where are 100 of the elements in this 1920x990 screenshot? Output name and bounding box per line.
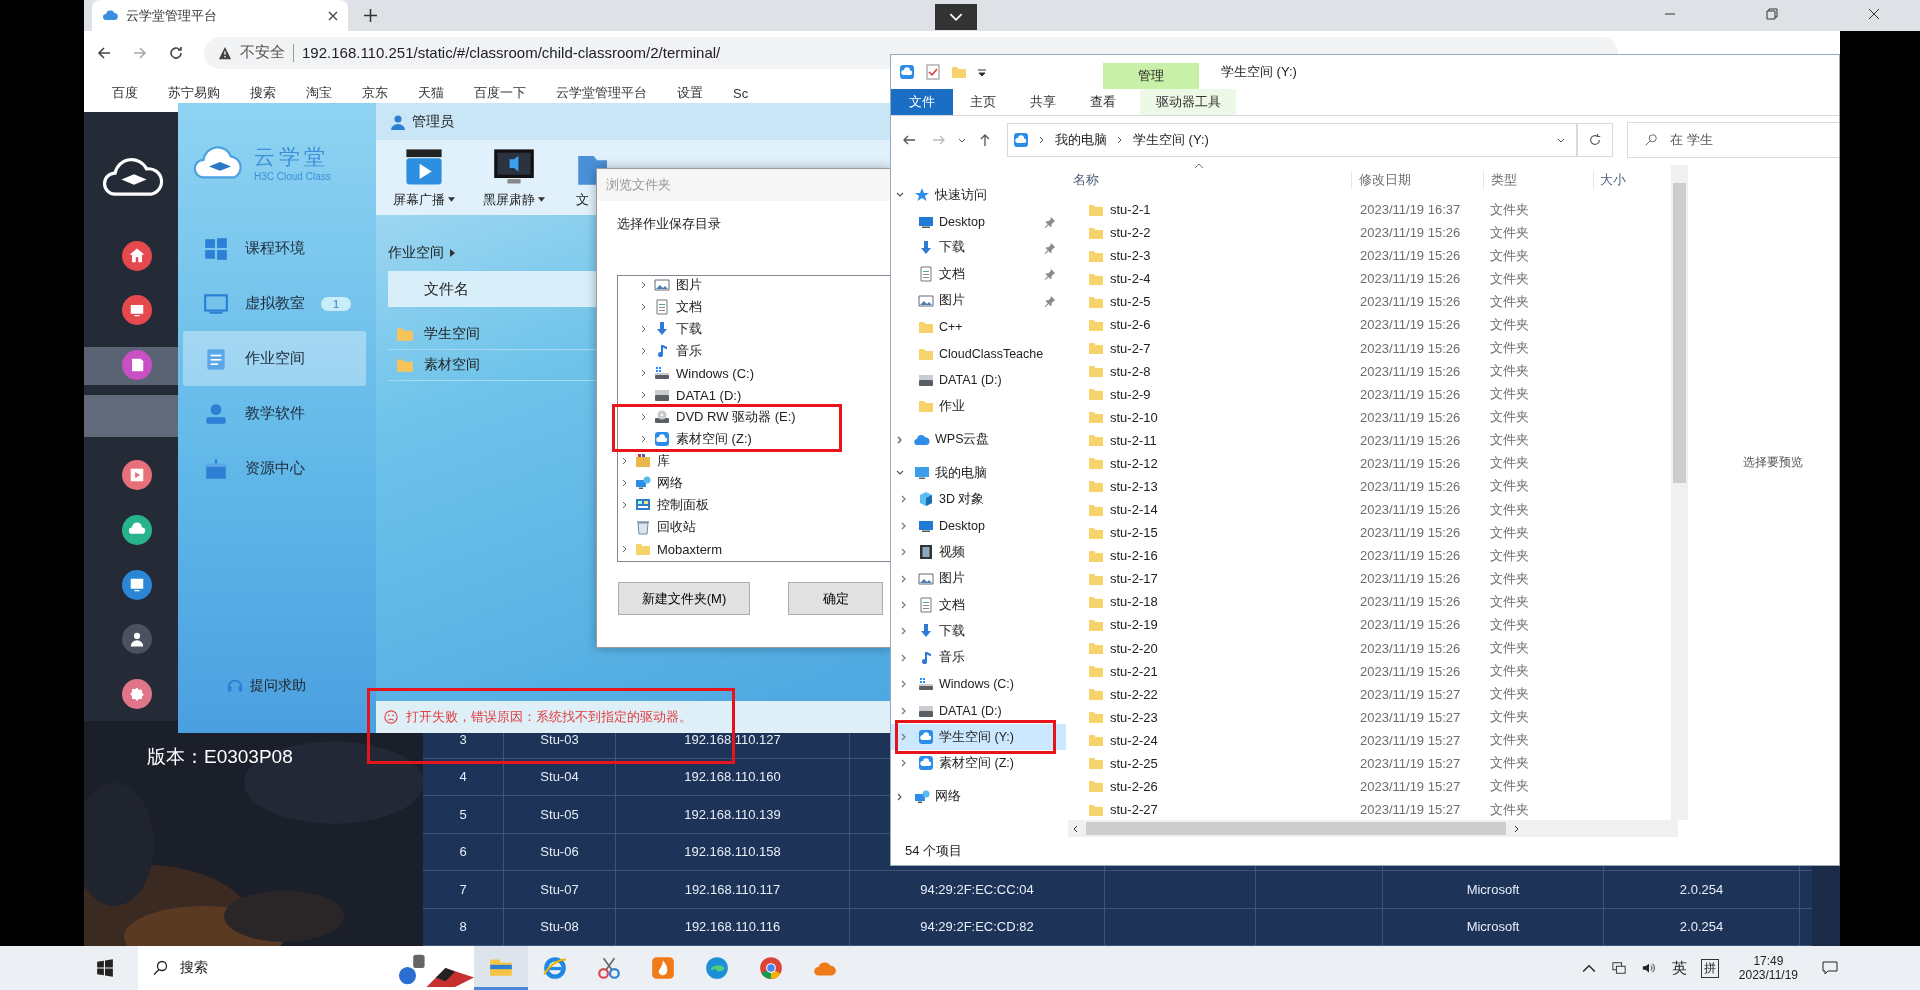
sidebar-item[interactable]: 教学软件 bbox=[183, 386, 366, 441]
file-row[interactable]: stu-2-2 2023/11/19 15:26 文件夹 bbox=[1066, 221, 1671, 245]
column-header[interactable]: 大小 bbox=[1594, 171, 1626, 189]
toolbar-button[interactable]: 屏幕广播 bbox=[388, 146, 460, 209]
nav-item[interactable]: 作业 bbox=[891, 393, 1066, 420]
sidebar-item[interactable]: 作业空间 bbox=[183, 331, 366, 386]
scroll-right-icon[interactable] bbox=[1512, 824, 1520, 833]
nav-item[interactable]: 3D 对象 bbox=[891, 486, 1066, 513]
nav-item[interactable]: 文档 bbox=[891, 261, 1066, 288]
path-segment[interactable]: 学生空间 (Y:) bbox=[1133, 131, 1209, 149]
tree-item[interactable]: 文档 bbox=[618, 298, 706, 316]
network-icon[interactable] bbox=[1611, 961, 1626, 975]
file-row[interactable]: stu-2-4 2023/11/19 15:26 文件夹 bbox=[1066, 267, 1671, 291]
tab-search-button[interactable] bbox=[935, 4, 977, 30]
notification-icon[interactable] bbox=[1822, 960, 1838, 976]
scrollbar[interactable] bbox=[1068, 820, 1678, 837]
bookmark[interactable]: 搜索 bbox=[250, 84, 276, 102]
tree-item[interactable]: Windows (C:) bbox=[618, 364, 758, 382]
scroll-left-icon[interactable] bbox=[1072, 824, 1080, 833]
file-row[interactable]: stu-2-20 2023/11/19 15:26 文件夹 bbox=[1066, 636, 1671, 660]
restore-icon[interactable] bbox=[1766, 8, 1778, 20]
nav-item[interactable]: 下载 bbox=[891, 234, 1066, 262]
file-row[interactable]: stu-2-9 2023/11/19 15:26 文件夹 bbox=[1066, 382, 1671, 406]
file-row[interactable]: stu-2-11 2023/11/19 15:26 文件夹 bbox=[1066, 428, 1671, 452]
new-tab-icon[interactable] bbox=[364, 9, 377, 22]
speaker-icon[interactable] bbox=[1641, 961, 1656, 975]
search-field[interactable]: 在 学生 bbox=[1627, 122, 1839, 158]
nav-item[interactable]: 音乐 bbox=[891, 644, 1066, 672]
nav-item[interactable]: 我的电脑 bbox=[891, 459, 1066, 487]
nav-item[interactable]: 图片 bbox=[891, 287, 1066, 314]
file-row[interactable]: stu-2-1 2023/11/19 16:37 文件夹 bbox=[1066, 198, 1671, 222]
file-row[interactable]: stu-2-19 2023/11/19 15:26 文件夹 bbox=[1066, 613, 1671, 637]
file-row[interactable]: stu-2-10 2023/11/19 15:26 文件夹 bbox=[1066, 405, 1671, 429]
nav-item[interactable]: 学生空间 (Y:) bbox=[891, 723, 1066, 751]
file-row[interactable]: stu-2-12 2023/11/19 15:26 文件夹 bbox=[1066, 451, 1671, 475]
bookmark[interactable]: 淘宝 bbox=[306, 84, 332, 102]
ribbon-tab[interactable]: 驱动器工具 bbox=[1140, 89, 1236, 115]
file-row[interactable]: stu-2-8 2023/11/19 15:26 文件夹 bbox=[1066, 359, 1671, 383]
path-segment[interactable]: 我的电脑 bbox=[1055, 131, 1107, 149]
file-row[interactable]: stu-2-27 2023/11/19 15:27 文件夹 bbox=[1066, 798, 1671, 820]
bookmark[interactable]: 云学堂管理平台 bbox=[556, 84, 647, 102]
file-row[interactable]: stu-2-22 2023/11/19 15:27 文件夹 bbox=[1066, 682, 1671, 706]
dialog-button[interactable]: 新建文件夹(M) bbox=[618, 582, 750, 615]
nav-item[interactable]: 文档 bbox=[891, 591, 1066, 619]
refresh-button[interactable] bbox=[1577, 123, 1613, 157]
close-icon[interactable] bbox=[1868, 8, 1880, 20]
bookmark[interactable]: 百度一下 bbox=[474, 84, 526, 102]
browser-tab[interactable]: 云学堂管理平台 bbox=[92, 0, 348, 31]
ribbon-tab[interactable]: 共享 bbox=[1013, 89, 1073, 115]
bookmark[interactable]: 苏宁易购 bbox=[168, 84, 220, 102]
file-row[interactable]: stu-2-15 2023/11/19 15:26 文件夹 bbox=[1066, 521, 1671, 545]
start-icon[interactable] bbox=[96, 959, 114, 977]
address-bar[interactable]: 我的电脑 学生空间 (Y:) bbox=[1007, 123, 1577, 157]
nav-item[interactable]: CloudClassTeache bbox=[891, 340, 1066, 367]
nav-item[interactable]: DATA1 (D:) bbox=[891, 366, 1066, 394]
bookmark[interactable]: 天猫 bbox=[418, 84, 444, 102]
scrollbar[interactable] bbox=[1671, 165, 1688, 820]
nav-item[interactable]: WPS云盘 bbox=[891, 426, 1066, 453]
nav-item[interactable]: 网络 bbox=[891, 783, 1066, 810]
nav-item[interactable]: Desktop bbox=[891, 512, 1066, 540]
dialog-button[interactable]: 确定 bbox=[788, 582, 883, 615]
input-language[interactable]: 英 bbox=[1671, 958, 1687, 978]
tree-item[interactable]: 图片 bbox=[618, 276, 706, 294]
file-row[interactable]: stu-2-24 2023/11/19 15:27 文件夹 bbox=[1066, 728, 1671, 752]
sidebar-item[interactable]: 虚拟教室 1 bbox=[183, 276, 366, 331]
close-icon[interactable] bbox=[328, 10, 338, 21]
tree-item[interactable]: 库 bbox=[618, 452, 674, 470]
back-icon[interactable] bbox=[96, 44, 112, 61]
sidebar-item[interactable]: 资源中心 bbox=[183, 441, 366, 496]
file-row[interactable]: stu-2-14 2023/11/19 15:26 文件夹 bbox=[1066, 498, 1671, 522]
file-row[interactable]: stu-2-21 2023/11/19 15:26 文件夹 bbox=[1066, 659, 1671, 683]
nav-item[interactable]: DATA1 (D:) bbox=[891, 697, 1066, 724]
file-row[interactable]: stu-2-7 2023/11/19 15:26 文件夹 bbox=[1066, 336, 1671, 360]
file-row[interactable]: stu-2-18 2023/11/19 15:26 文件夹 bbox=[1066, 590, 1671, 614]
ribbon-tab[interactable]: 主页 bbox=[953, 89, 1013, 115]
column-header[interactable]: 类型 bbox=[1484, 171, 1594, 189]
tree-item[interactable]: 控制面板 bbox=[618, 496, 713, 514]
nav-item[interactable]: 快速访问 bbox=[891, 182, 1066, 209]
file-row[interactable]: stu-2-16 2023/11/19 15:26 文件夹 bbox=[1066, 544, 1671, 568]
nav-item[interactable]: Desktop bbox=[891, 208, 1066, 235]
reload-icon[interactable] bbox=[168, 44, 184, 61]
tree-item[interactable]: DATA1 (D:) bbox=[618, 386, 746, 404]
tree-item[interactable]: 网络 bbox=[618, 474, 687, 492]
file-row[interactable]: stu-2-17 2023/11/19 15:26 文件夹 bbox=[1066, 567, 1671, 591]
bookmark[interactable]: 百度 bbox=[112, 84, 138, 102]
nav-item[interactable]: C++ bbox=[891, 313, 1066, 341]
bookmark[interactable]: Sc bbox=[733, 85, 749, 101]
file-row[interactable]: stu-2-6 2023/11/19 15:26 文件夹 bbox=[1066, 313, 1671, 337]
input-mode-button[interactable]: 拼 bbox=[1700, 958, 1719, 978]
nav-item[interactable]: 图片 bbox=[891, 565, 1066, 592]
file-row[interactable]: stu-2-26 2023/11/19 15:27 文件夹 bbox=[1066, 774, 1671, 799]
checklist-icon[interactable] bbox=[925, 64, 941, 80]
tree-item[interactable]: DVD RW 驱动器 (E:) bbox=[618, 408, 800, 426]
tree-item[interactable]: 回收站 bbox=[618, 518, 700, 536]
nav-item[interactable]: 视频 bbox=[891, 539, 1066, 566]
nav-item[interactable]: 下载 bbox=[891, 618, 1066, 645]
toolbar-button[interactable]: 黑屏肃静 bbox=[478, 146, 550, 209]
breadcrumb[interactable]: 作业空间 bbox=[388, 244, 444, 262]
taskbar-app[interactable] bbox=[474, 946, 528, 990]
sidebar-item[interactable]: 课程环境 bbox=[183, 221, 366, 276]
